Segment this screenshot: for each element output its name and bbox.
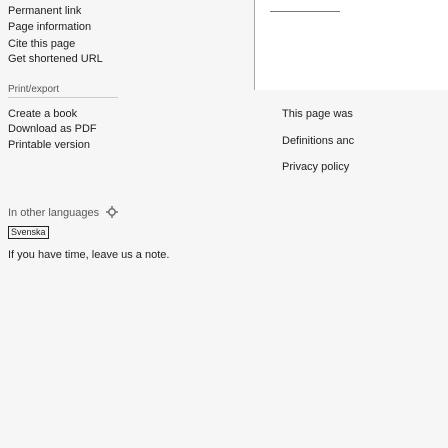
printable-version-link[interactable]: Printable version — [8, 138, 90, 152]
languages-heading: In other languages — [8, 207, 100, 219]
print-export-heading: Print/export — [8, 84, 60, 95]
cite-this-page-link[interactable]: Cite this page — [8, 37, 75, 51]
privacy-policy-link[interactable]: Privacy policy — [282, 160, 349, 174]
download-as-pdf-link[interactable]: Download as PDF — [8, 122, 97, 136]
permanent-link[interactable]: Permanent link — [8, 4, 81, 18]
last-edited-text: This page was — [282, 108, 353, 120]
language-link-svenska[interactable]: Svenska — [8, 226, 49, 239]
page-information-link[interactable]: Page information — [8, 20, 91, 34]
create-a-book-link[interactable]: Create a book — [8, 107, 77, 121]
content-frame-edge — [270, 11, 340, 12]
gear-icon[interactable] — [106, 206, 120, 220]
definitions-link[interactable]: Definitions anc — [282, 134, 354, 148]
print-export-divider — [8, 97, 118, 98]
get-shortened-url-link[interactable]: Get shortened URL — [8, 52, 103, 66]
content-frame — [254, 0, 448, 90]
feedback-appeal: If you have time, leave us a note. — [8, 249, 170, 261]
